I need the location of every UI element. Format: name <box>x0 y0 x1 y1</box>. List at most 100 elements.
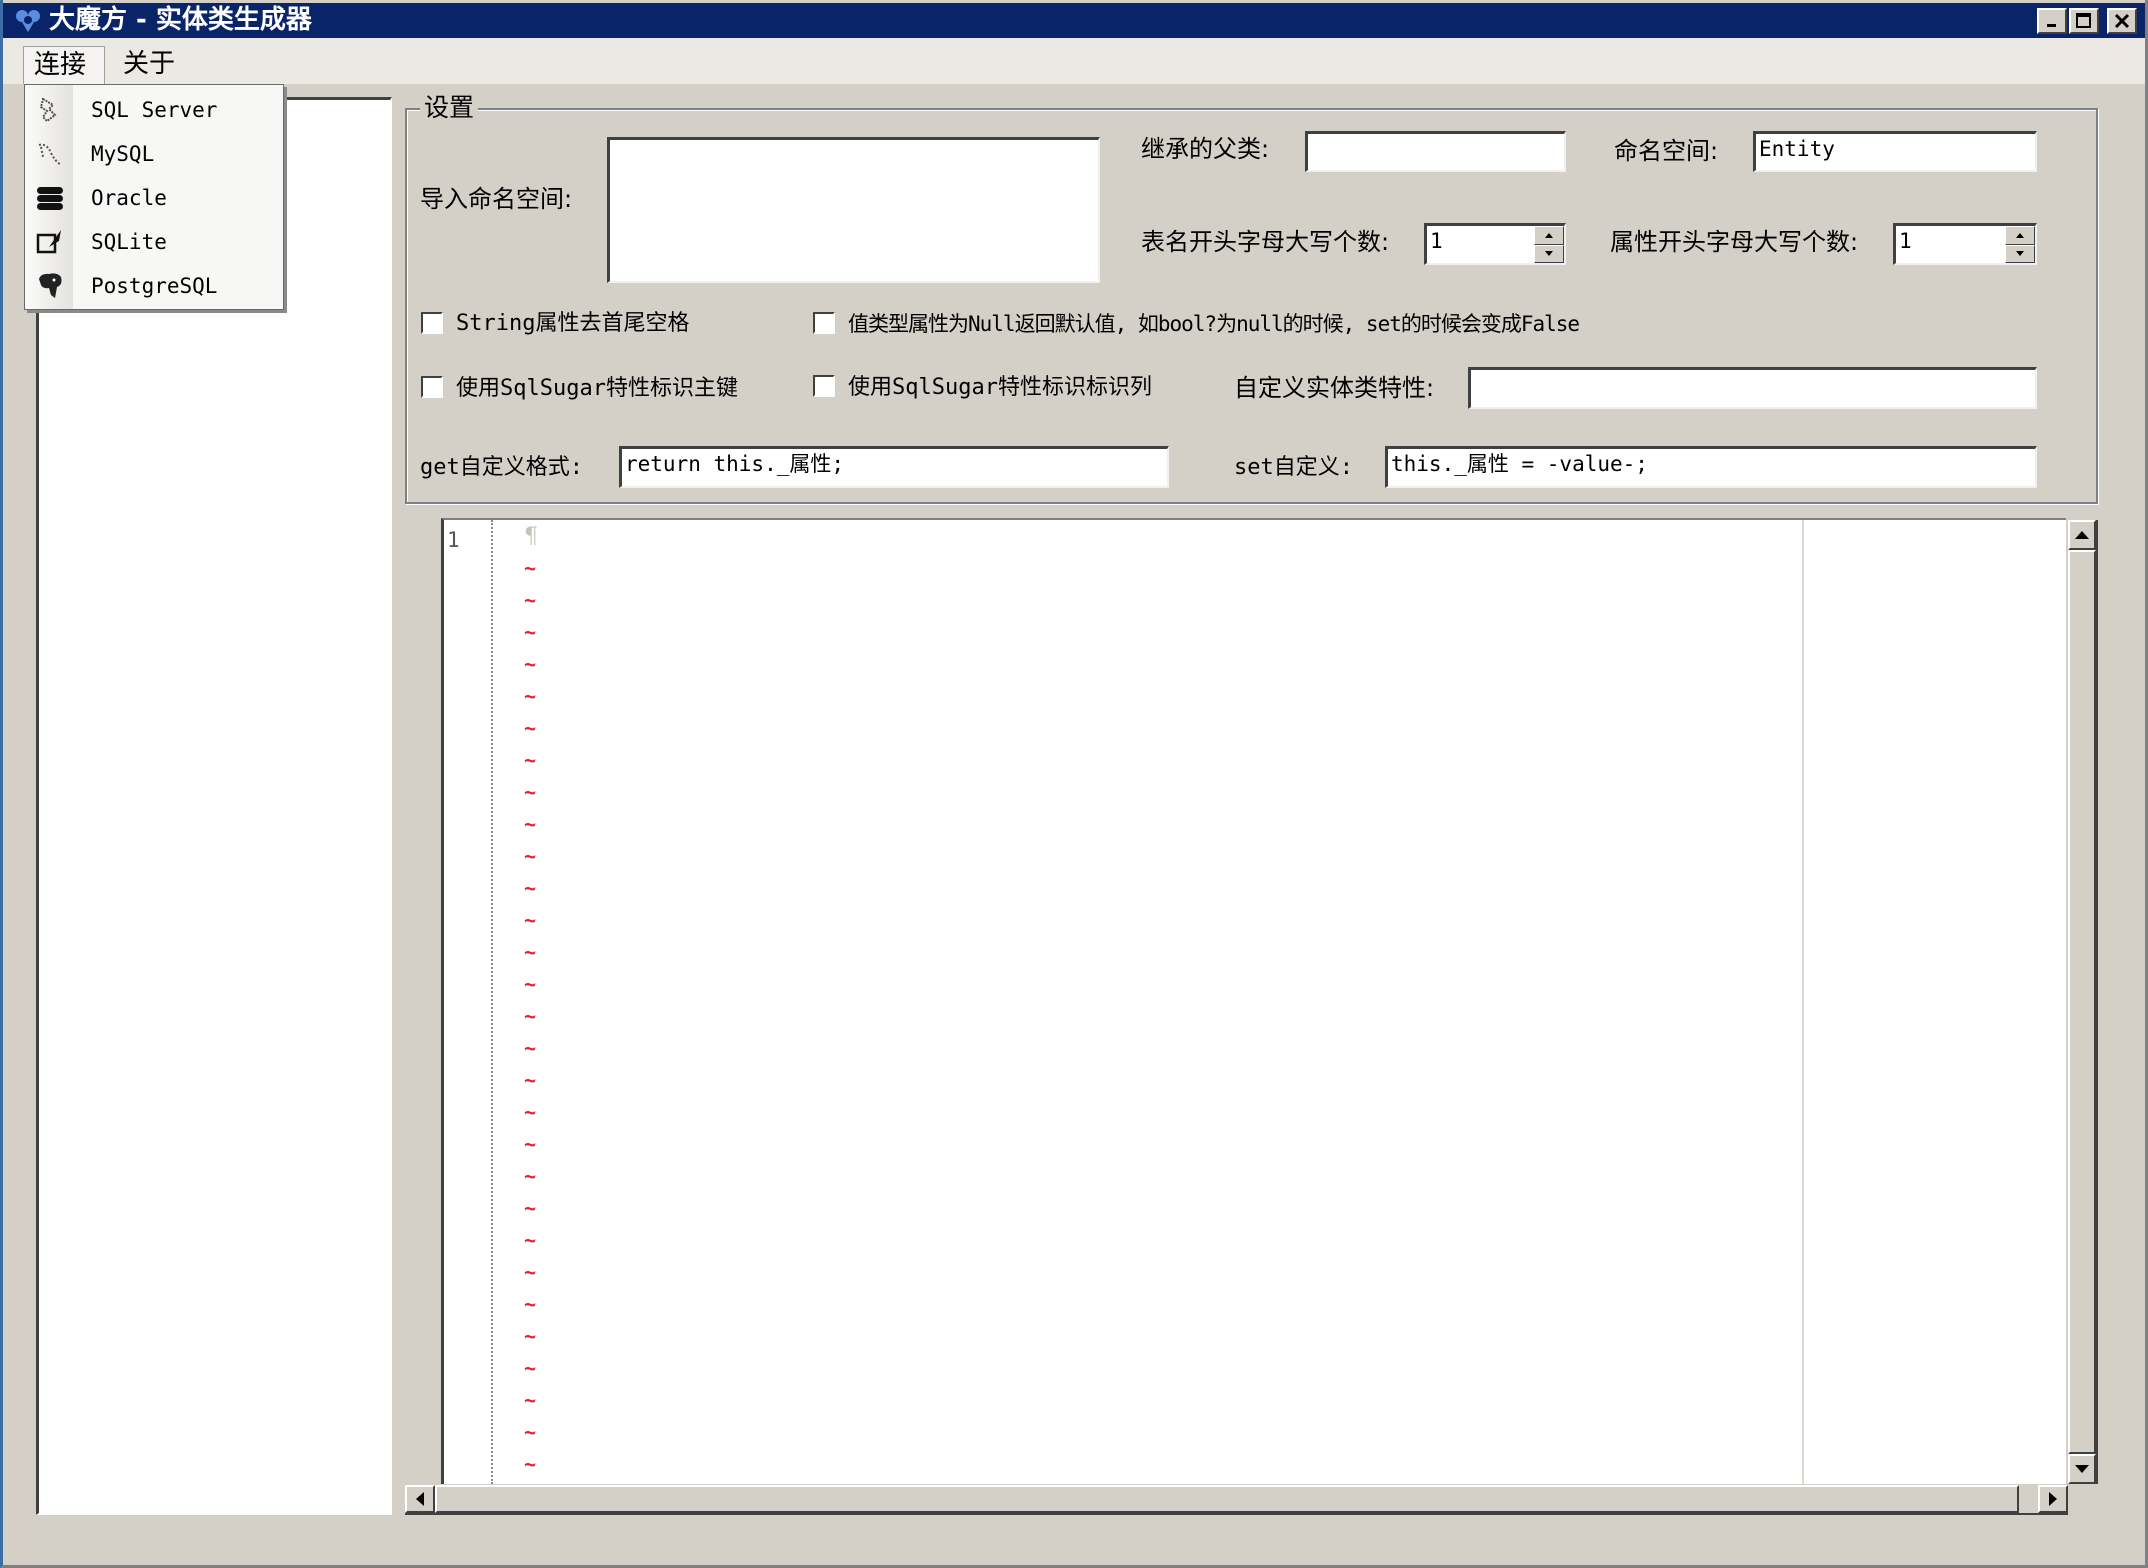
code-editor[interactable]: 1 ¶ ~ ~ ~ ~ ~ ~ ~ ~ ~ ~ ~ ~ ~ ~ ~ ~ ~ ~ ~ ~ ~ ~ ~ ~ ~ ~ ~ ~ ~ <box>441 518 2066 1484</box>
empty-line-marker: ~ <box>524 1036 537 1060</box>
maximize-button[interactable] <box>2069 8 2099 34</box>
prop-upper-count-stepper[interactable]: 1 <box>1893 223 2037 265</box>
close-icon <box>2114 13 2130 29</box>
spin-up-button[interactable] <box>1534 226 1564 245</box>
menu-item-sqlite[interactable]: SQLite <box>25 220 283 264</box>
import-namespace-input[interactable] <box>607 137 1100 283</box>
maximize-icon <box>2076 13 2091 28</box>
spin-down-button[interactable] <box>1534 244 1564 263</box>
scroll-up-button[interactable] <box>2068 520 2096 550</box>
arrow-down-icon <box>2016 251 2024 257</box>
connect-dropdown-menu: SQL Server MySQL Oracle SQLite PostgreSQ… <box>24 84 284 310</box>
import-namespace-label: 导入命名空间: <box>420 185 573 213</box>
trim-string-checkbox[interactable] <box>421 312 443 334</box>
empty-line-marker: ~ <box>524 1260 537 1284</box>
end-of-line-marker: ¶ <box>524 524 538 549</box>
empty-line-marker: ~ <box>524 1100 537 1124</box>
empty-line-marker: ~ <box>524 908 537 932</box>
null-default-checkbox[interactable] <box>813 312 835 334</box>
table-upper-count-value: 1 <box>1430 229 1443 253</box>
empty-line-marker: ~ <box>524 556 537 580</box>
base-class-input[interactable] <box>1305 131 1566 172</box>
set-format-label: set自定义: <box>1234 455 1353 480</box>
empty-line-marker: ~ <box>524 1420 537 1444</box>
menu-item-sql-server[interactable]: SQL Server <box>25 88 283 132</box>
menu-connect[interactable]: 连接 <box>23 46 105 84</box>
sqlsugar-primary-key-label: 使用SqlSugar特性标识主键 <box>456 376 738 401</box>
menu-bar: 连接 关于 <box>3 38 2145 84</box>
window-title: 大魔方 - 实体类生成器 <box>49 5 312 35</box>
empty-line-marker: ~ <box>524 940 537 964</box>
custom-attribute-input[interactable] <box>1468 367 2037 409</box>
empty-line-marker: ~ <box>524 876 537 900</box>
get-format-label: get自定义格式: <box>420 455 583 480</box>
sqlite-feather-icon <box>36 230 61 254</box>
arrow-down-icon <box>2075 1465 2089 1473</box>
menu-item-label: SQLite <box>91 230 167 254</box>
database-stack-icon <box>37 187 63 210</box>
empty-line-marker: ~ <box>524 1228 537 1252</box>
settings-legend: 设置 <box>420 92 479 124</box>
arrow-down-icon <box>1545 251 1553 257</box>
empty-line-marker: ~ <box>524 588 537 612</box>
app-logo-icon <box>16 10 40 32</box>
vertical-scroll-thumb[interactable] <box>2068 550 2096 1454</box>
vertical-scrollbar[interactable] <box>2068 520 2098 1484</box>
prop-upper-count-label: 属性开头字母大写个数: <box>1610 228 1859 256</box>
base-class-label: 继承的父类: <box>1141 135 1270 163</box>
empty-line-marker: ~ <box>524 1324 537 1348</box>
sqlsugar-primary-key-checkbox[interactable] <box>421 376 443 398</box>
empty-line-marker: ~ <box>524 1068 537 1092</box>
horizontal-scroll-thumb[interactable] <box>435 1485 2019 1513</box>
empty-line-marker: ~ <box>524 620 537 644</box>
scroll-left-button[interactable] <box>405 1485 435 1513</box>
sqlserver-icon <box>39 97 57 123</box>
sqlsugar-identity-checkbox[interactable] <box>813 375 835 397</box>
menu-about[interactable]: 关于 <box>113 46 185 84</box>
scroll-right-button[interactable] <box>2038 1485 2068 1513</box>
table-upper-count-stepper[interactable]: 1 <box>1424 223 1566 265</box>
sqlsugar-identity-label: 使用SqlSugar特性标识标识列 <box>848 375 1152 400</box>
empty-line-marker: ~ <box>524 1452 537 1476</box>
empty-line-marker: ~ <box>524 1356 537 1380</box>
edge-column-guide <box>1802 520 1804 1484</box>
empty-line-marker: ~ <box>524 716 537 740</box>
empty-line-marker: ~ <box>524 1292 537 1316</box>
menu-item-label: Oracle <box>91 186 167 210</box>
arrow-up-icon <box>2016 232 2024 238</box>
arrow-left-icon <box>416 1492 424 1506</box>
title-bar[interactable]: 大魔方 - 实体类生成器 <box>3 3 2145 38</box>
close-button[interactable] <box>2107 8 2137 34</box>
spin-buttons <box>2005 226 2035 263</box>
gutter-divider <box>491 520 493 1484</box>
menu-item-mysql[interactable]: MySQL <box>25 132 283 176</box>
spin-up-button[interactable] <box>2005 226 2035 245</box>
namespace-input[interactable]: Entity <box>1753 131 2037 172</box>
minimize-icon <box>2047 24 2056 27</box>
menu-item-label: PostgreSQL <box>91 274 218 298</box>
empty-line-marker: ~ <box>524 748 537 772</box>
empty-line-marker: ~ <box>524 812 537 836</box>
trim-string-label: String属性去首尾空格 <box>456 311 690 336</box>
arrow-right-icon <box>2049 1492 2057 1506</box>
menu-item-postgresql[interactable]: PostgreSQL <box>25 264 283 308</box>
empty-line-marker: ~ <box>524 844 537 868</box>
custom-attribute-label: 自定义实体类特性: <box>1234 374 1435 402</box>
minimize-button[interactable] <box>2037 8 2067 34</box>
arrow-up-icon <box>2075 531 2089 539</box>
spin-down-button[interactable] <box>2005 244 2035 263</box>
menu-item-label: MySQL <box>91 142 155 166</box>
horizontal-scrollbar[interactable] <box>405 1485 2068 1515</box>
empty-line-marker: ~ <box>524 1196 537 1220</box>
arrow-up-icon <box>1545 232 1553 238</box>
prop-upper-count-value: 1 <box>1899 229 1912 253</box>
empty-line-marker: ~ <box>524 972 537 996</box>
empty-line-marker: ~ <box>524 1004 537 1028</box>
menu-item-oracle[interactable]: Oracle <box>25 176 283 220</box>
table-upper-count-label: 表名开头字母大写个数: <box>1141 228 1390 256</box>
mysql-dolphin-icon <box>38 143 62 166</box>
get-format-input[interactable]: return this._属性; <box>619 446 1169 488</box>
scroll-down-button[interactable] <box>2068 1454 2096 1484</box>
empty-line-marker: ~ <box>524 1388 537 1412</box>
set-format-input[interactable]: this._属性 = -value-; <box>1385 446 2037 488</box>
